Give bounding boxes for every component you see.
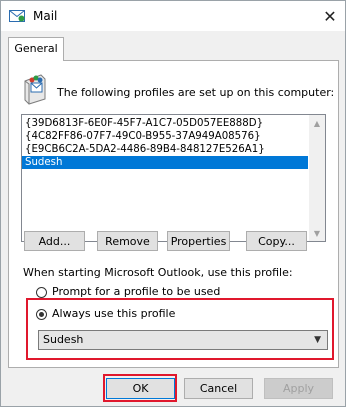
title-bar[interactable]: Mail ✕ (1, 1, 345, 31)
profiles-intro-label: The following profiles are set up on thi… (57, 86, 335, 99)
profile-list-item[interactable]: {4C82FF86-07F7-49C0-B955-37A949A08576} (22, 130, 308, 143)
prompt-profile-option[interactable]: Prompt for a profile to be used (36, 285, 220, 299)
cancel-button[interactable]: Cancel (184, 378, 253, 399)
close-icon: ✕ (323, 6, 337, 26)
profile-list-item-selected[interactable]: Sudesh (22, 156, 308, 169)
scroll-down-icon[interactable]: ▼ (309, 225, 325, 241)
profile-properties-button[interactable]: Properties (167, 231, 230, 251)
profile-list[interactable]: {39D6813F-6E0F-45F7-A1C7-05D057EE888D} {… (21, 114, 326, 242)
prompt-profile-radio[interactable] (36, 286, 47, 298)
profile-list-item[interactable]: {E9CB6C2A-5DA2-4486-89B4-848127E526A1} (22, 143, 308, 156)
remove-profile-button[interactable]: Remove (97, 231, 158, 251)
add-profile-button[interactable]: Add... (24, 231, 85, 251)
mail-profile-icon (9, 10, 25, 22)
mail-dialog: Mail ✕ General The following profiles ar… (0, 0, 346, 407)
profiles-intro-text: The following profiles are set up on thi… (57, 86, 334, 99)
scroll-up-icon[interactable]: ▲ (309, 115, 325, 131)
mail-profile-icon (24, 74, 46, 105)
window-title: Mail (33, 9, 58, 23)
copy-profile-button[interactable]: Copy... (246, 231, 307, 251)
close-button[interactable]: ✕ (315, 1, 345, 31)
profile-list-items: {39D6813F-6E0F-45F7-A1C7-05D057EE888D} {… (22, 117, 308, 169)
profile-list-scrollbar[interactable]: ▲ ▼ (309, 115, 325, 241)
annotation-highlight-ok (103, 374, 177, 402)
apply-button[interactable]: Apply (264, 378, 333, 399)
profile-list-item[interactable]: {39D6813F-6E0F-45F7-A1C7-05D057EE888D} (22, 117, 308, 130)
annotation-highlight-profile-option (26, 298, 334, 360)
startup-profile-label: When starting Microsoft Outlook, use thi… (23, 266, 293, 279)
prompt-profile-label: Prompt for a profile to be used (52, 285, 221, 298)
tab-general[interactable]: General (8, 37, 64, 61)
